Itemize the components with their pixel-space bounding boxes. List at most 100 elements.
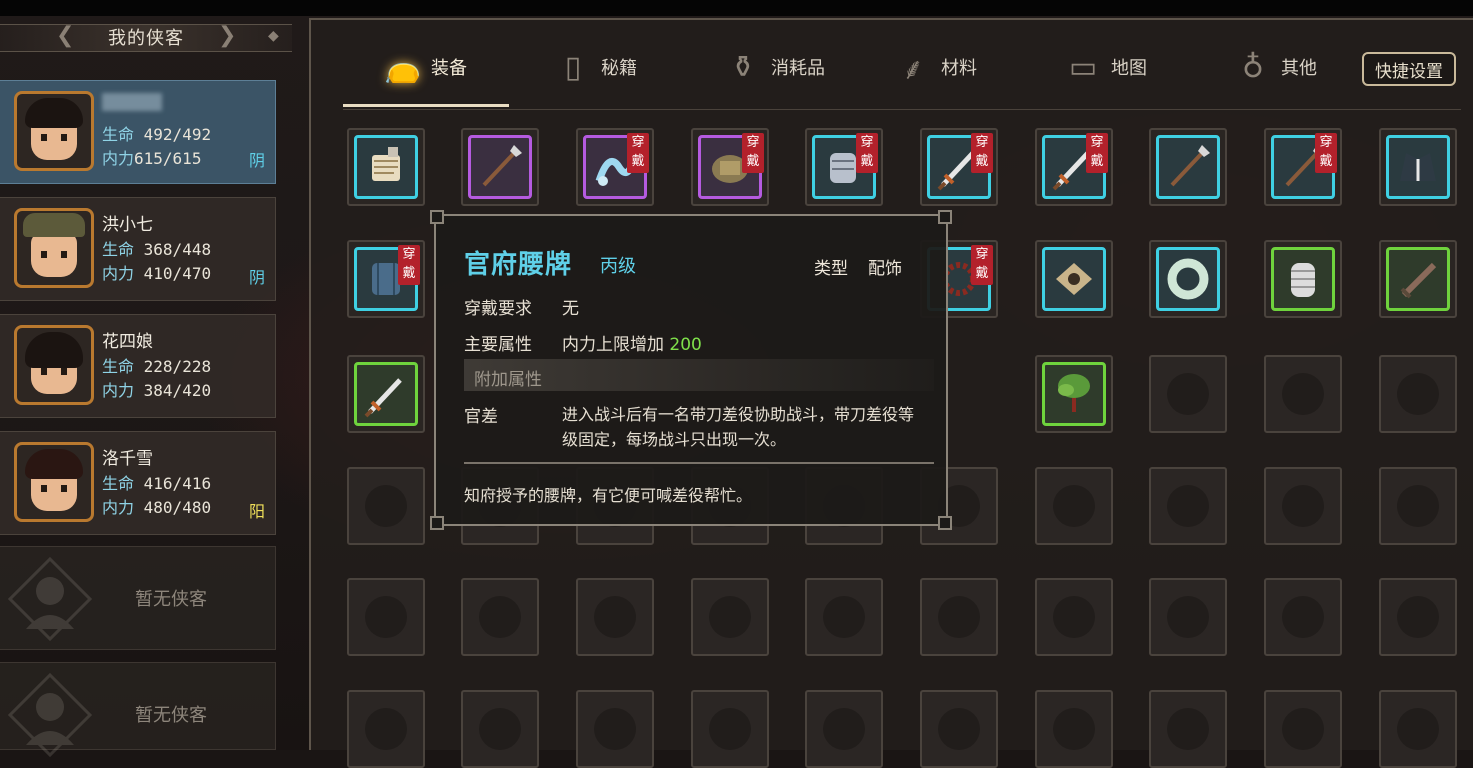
- item-type-label: 类型: [814, 259, 848, 279]
- empty-inventory-slot[interactable]: [1149, 690, 1227, 768]
- empty-slot-circle: [1053, 596, 1095, 638]
- inventory-slot-token-plaque[interactable]: 穿戴: [691, 128, 769, 206]
- inventory-slot-robe[interactable]: [1379, 128, 1457, 206]
- empty-slot-circle: [1167, 596, 1209, 638]
- tab-other[interactable]: ♁ 其他: [1231, 42, 1317, 92]
- empty-slot-circle: [1053, 708, 1095, 750]
- hero-card-4[interactable]: 洛千雪 生命 416/416 内力 480/480 阳: [0, 431, 276, 535]
- empty-inventory-slot[interactable]: [691, 690, 769, 768]
- empty-inventory-slot[interactable]: [1379, 578, 1457, 656]
- tab-maps[interactable]: ▭ 地图: [1061, 42, 1147, 92]
- inventory-slot-gauntlet[interactable]: 穿戴: [805, 128, 883, 206]
- empty-inventory-slot[interactable]: [1035, 690, 1113, 768]
- empty-inventory-slot[interactable]: [920, 578, 998, 656]
- inventory-slot-sword[interactable]: 穿戴: [920, 128, 998, 206]
- item-frame: [1386, 247, 1450, 311]
- map-icon: ▭: [1068, 49, 1098, 85]
- empty-inventory-slot[interactable]: [1149, 355, 1227, 433]
- empty-inventory-slot[interactable]: [1264, 467, 1342, 545]
- empty-inventory-slot[interactable]: [576, 578, 654, 656]
- herb-bundle-icon: [1058, 374, 1090, 412]
- top-bar: [0, 0, 1473, 16]
- extra-attr-header: 附加属性: [464, 359, 934, 391]
- empty-slot-circle: [823, 708, 865, 750]
- alignment-label: 阴: [248, 151, 265, 170]
- empty-slot-circle: [365, 708, 407, 750]
- hero-card-3[interactable]: 花四娘 生命 228/228 内力 384/420: [0, 314, 276, 418]
- spear-icon: [482, 145, 522, 187]
- empty-inventory-slot[interactable]: [1035, 467, 1113, 545]
- inventory-slot-silk-sash[interactable]: 穿戴: [576, 128, 654, 206]
- empty-inventory-slot[interactable]: [1379, 690, 1457, 768]
- empty-slot-circle: [1053, 485, 1095, 527]
- tab-equipment[interactable]: 👝 装备: [381, 42, 467, 92]
- inventory-slot-sword[interactable]: 穿戴: [1035, 128, 1113, 206]
- empty-inventory-slot[interactable]: [347, 690, 425, 768]
- tab-materials[interactable]: ⸙ 材料: [891, 42, 977, 92]
- extra-attr-label: 官差: [464, 407, 498, 427]
- quick-settings-button[interactable]: 快捷设置: [1362, 52, 1456, 86]
- empty-inventory-slot[interactable]: [1379, 355, 1457, 433]
- equipped-badge: 穿戴: [856, 133, 878, 173]
- empty-inventory-slot[interactable]: [347, 467, 425, 545]
- empty-slot-circle: [709, 708, 751, 750]
- inventory-slot-sword[interactable]: [347, 355, 425, 433]
- inventory-slot-scroll-bundle[interactable]: [347, 128, 425, 206]
- chevron-right-icon[interactable]: ❯: [218, 22, 236, 50]
- robe-icon: [1400, 153, 1436, 181]
- inventory-slot-spear[interactable]: [461, 128, 539, 206]
- empty-inventory-slot[interactable]: [1264, 355, 1342, 433]
- empty-inventory-slot[interactable]: [1379, 467, 1457, 545]
- empty-slot-circle: [1397, 596, 1439, 638]
- inventory-slot-hand-wraps[interactable]: [1264, 240, 1342, 318]
- inventory-slot-spear[interactable]: 穿戴: [1264, 128, 1342, 206]
- hero-name: 花四娘: [102, 332, 153, 352]
- item-name: 官府腰牌: [464, 250, 573, 280]
- inventory-slot-jade-ring[interactable]: [1149, 240, 1227, 318]
- hero-card-2[interactable]: 洪小七 生命 368/448 内力 410/470 阴: [0, 197, 276, 301]
- equipped-badge: 穿戴: [627, 133, 649, 173]
- item-tooltip: 官府腰牌 丙级 类型 配饰 穿戴要求 无 主要属性 内力上限增加 200 附加属…: [430, 210, 952, 530]
- empty-inventory-slot[interactable]: [1149, 467, 1227, 545]
- empty-inventory-slot[interactable]: [461, 690, 539, 768]
- main-attr-label: 主要属性: [464, 335, 532, 355]
- tab-manuals[interactable]: ▯ 秘籍: [551, 42, 637, 92]
- empty-hero-slot[interactable]: 暂无侠客: [0, 546, 276, 650]
- inventory-slot-armor-vest[interactable]: 穿戴: [347, 240, 425, 318]
- inventory-slot-herb-bundle[interactable]: [1035, 355, 1113, 433]
- empty-inventory-slot[interactable]: [576, 690, 654, 768]
- equipped-badge: 穿戴: [398, 245, 420, 285]
- inventory-slot-broadsword[interactable]: [1379, 240, 1457, 318]
- requirement-value: 无: [562, 299, 579, 319]
- inventory-slot-spear[interactable]: [1149, 128, 1227, 206]
- hero-portrait: [14, 208, 94, 288]
- hero-name: 洛千雪: [102, 449, 153, 469]
- item-grade: 丙级: [600, 256, 636, 277]
- empty-inventory-slot[interactable]: [920, 690, 998, 768]
- empty-inventory-slot[interactable]: [805, 690, 883, 768]
- empty-inventory-slot[interactable]: [805, 578, 883, 656]
- empty-slot-circle: [938, 708, 980, 750]
- empty-slot-circle: [365, 485, 407, 527]
- silhouette-icon: [8, 673, 92, 757]
- potion-icon: ⚱: [730, 49, 756, 85]
- inventory-slot-cloth-wrap[interactable]: [1035, 240, 1113, 318]
- broadsword-icon: [1400, 262, 1437, 299]
- hero-mp: 615/615: [134, 149, 202, 168]
- empty-hero-slot[interactable]: 暂无侠客: [0, 662, 276, 757]
- empty-inventory-slot[interactable]: [1149, 578, 1227, 656]
- empty-inventory-slot[interactable]: [347, 578, 425, 656]
- item-flavor-text: 知府授予的腰牌，有它便可喊差役帮忙。: [464, 486, 753, 505]
- hero-card-1[interactable]: 生命 492/492 内力615/615 阴: [0, 80, 276, 184]
- tab-consumables[interactable]: ⚱ 消耗品: [721, 42, 825, 92]
- empty-slot-circle: [479, 708, 521, 750]
- empty-slot-circle: [365, 596, 407, 638]
- empty-inventory-slot[interactable]: [1264, 578, 1342, 656]
- empty-inventory-slot[interactable]: [1264, 690, 1342, 768]
- empty-inventory-slot[interactable]: [691, 578, 769, 656]
- empty-inventory-slot[interactable]: [461, 578, 539, 656]
- chevron-left-icon[interactable]: ❮: [56, 22, 74, 50]
- empty-inventory-slot[interactable]: [1035, 578, 1113, 656]
- scroll-bundle-icon: [372, 147, 400, 181]
- hero-list-title-text: 我的侠客: [108, 28, 184, 49]
